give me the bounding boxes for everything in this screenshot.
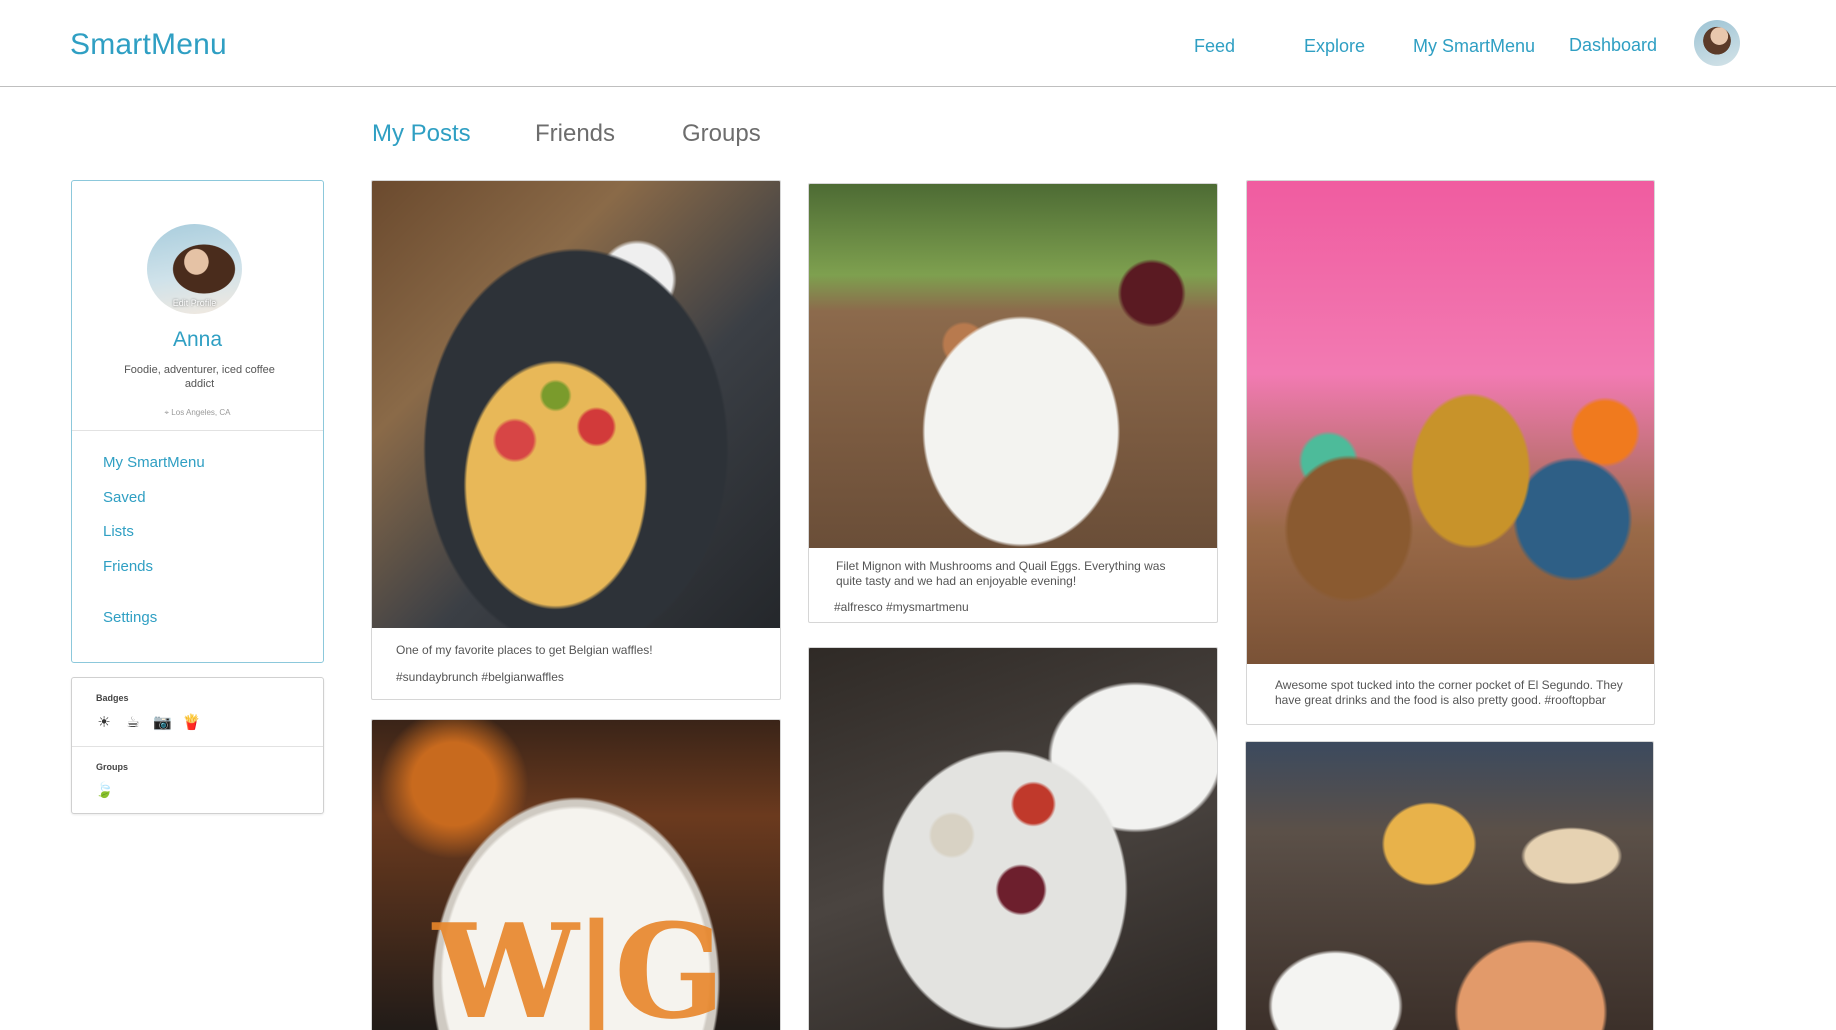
post-card[interactable]: Filet Mignon with Mushrooms and Quail Eg… xyxy=(808,183,1218,623)
leaf-group-icon[interactable]: 🍃 xyxy=(95,782,114,800)
post-card[interactable]: W|G xyxy=(371,719,781,1030)
post-photo[interactable] xyxy=(809,648,1217,1030)
post-photo[interactable] xyxy=(1246,742,1653,1030)
top-navbar: SmartMenu Feed Explore My SmartMenu Dash… xyxy=(0,0,1836,87)
fries-badge-icon[interactable]: 🍟 xyxy=(182,714,201,732)
profile-name: Anna xyxy=(172,328,223,351)
sidebar-item-saved[interactable]: Saved xyxy=(103,489,146,506)
post-photo[interactable] xyxy=(809,184,1217,548)
sun-badge-icon[interactable]: ☀ xyxy=(95,714,113,732)
camera-badge-icon[interactable]: 📷 xyxy=(153,714,172,732)
user-avatar[interactable] xyxy=(1694,20,1740,66)
post-caption: Awesome spot tucked into the corner pock… xyxy=(1275,678,1623,707)
divider xyxy=(72,430,323,431)
tab-my-posts[interactable]: My Posts xyxy=(372,120,471,148)
sidebar-item-my-smartmenu[interactable]: My SmartMenu xyxy=(103,454,205,471)
divider xyxy=(72,746,323,747)
profile-location: ⌖ Los Angeles, CA xyxy=(72,408,323,418)
post-card[interactable] xyxy=(1245,741,1654,1030)
post-photo[interactable] xyxy=(372,181,780,628)
post-card[interactable] xyxy=(808,647,1218,1030)
tab-groups[interactable]: Groups xyxy=(682,120,761,148)
post-photo[interactable]: W|G xyxy=(372,720,780,1030)
sidebar-item-friends[interactable]: Friends xyxy=(103,558,153,575)
nav-dashboard[interactable]: Dashboard xyxy=(1569,35,1657,56)
sidebar-item-settings[interactable]: Settings xyxy=(103,609,157,626)
profile-bio: Foodie, adventurer, iced coffee addict xyxy=(124,364,275,390)
post-caption: Filet Mignon with Mushrooms and Quail Eg… xyxy=(836,559,1166,588)
nav-my-smartmenu[interactable]: My SmartMenu xyxy=(1413,36,1535,57)
profile-avatar[interactable]: Edit Profile xyxy=(147,224,242,314)
tab-friends[interactable]: Friends xyxy=(535,120,615,148)
post-card[interactable]: One of my favorite places to get Belgian… xyxy=(371,180,781,700)
post-tags: #sundaybrunch #belgianwaffles xyxy=(396,670,564,684)
coffee-badge-icon[interactable]: ☕ xyxy=(124,714,142,732)
latte-art-text: W|G xyxy=(432,895,725,1030)
post-caption: One of my favorite places to get Belgian… xyxy=(396,643,653,657)
nav-feed[interactable]: Feed xyxy=(1194,36,1235,57)
post-photo[interactable] xyxy=(1247,181,1654,664)
brand-logo[interactable]: SmartMenu xyxy=(70,28,227,62)
sidebar-item-lists[interactable]: Lists xyxy=(103,523,134,540)
badges-label: Badges xyxy=(96,693,129,703)
location-pin-icon: ⌖ xyxy=(164,408,170,417)
edit-profile-label[interactable]: Edit Profile xyxy=(147,298,242,308)
post-card[interactable]: Awesome spot tucked into the corner pock… xyxy=(1246,180,1655,725)
nav-explore[interactable]: Explore xyxy=(1304,36,1365,57)
location-text: Los Angeles, CA xyxy=(171,408,231,417)
profile-card: Edit Profile Anna Foodie, adventurer, ic… xyxy=(71,180,324,663)
badges-card: Badges ☀ ☕ 📷 🍟 Groups 🍃 xyxy=(71,677,324,814)
post-tags: #alfresco #mysmartmenu xyxy=(834,600,969,614)
groups-label: Groups xyxy=(96,762,129,772)
